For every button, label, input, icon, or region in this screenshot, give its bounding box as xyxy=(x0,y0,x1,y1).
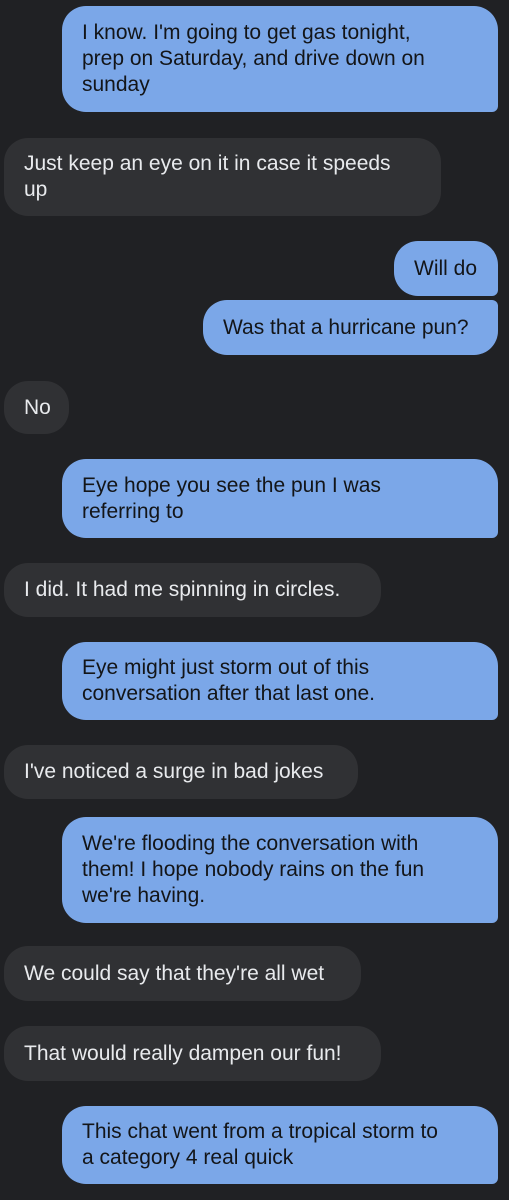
sent-message[interactable]: I know. I'm going to get gas tonight, pr… xyxy=(62,6,498,112)
received-message[interactable]: No xyxy=(4,381,69,434)
sent-message[interactable]: We're flooding the conversation with the… xyxy=(62,817,498,923)
sent-message[interactable]: Was that a hurricane pun? xyxy=(203,300,498,355)
sent-message[interactable]: This chat went from a tropical storm to … xyxy=(62,1106,498,1184)
received-message[interactable]: Just keep an eye on it in case it speeds… xyxy=(4,138,441,216)
message-thread: I know. I'm going to get gas tonight, pr… xyxy=(0,0,509,1200)
sent-message[interactable]: Will do xyxy=(394,241,498,296)
received-message[interactable]: That would really dampen our fun! xyxy=(4,1026,381,1081)
sent-message[interactable]: Eye might just storm out of this convers… xyxy=(62,642,498,720)
received-message[interactable]: I've noticed a surge in bad jokes xyxy=(4,745,358,799)
sent-message[interactable]: Eye hope you see the pun I was referring… xyxy=(62,459,498,538)
received-message[interactable]: We could say that they're all wet xyxy=(4,946,361,1001)
received-message[interactable]: I did. It had me spinning in circles. xyxy=(4,563,381,617)
